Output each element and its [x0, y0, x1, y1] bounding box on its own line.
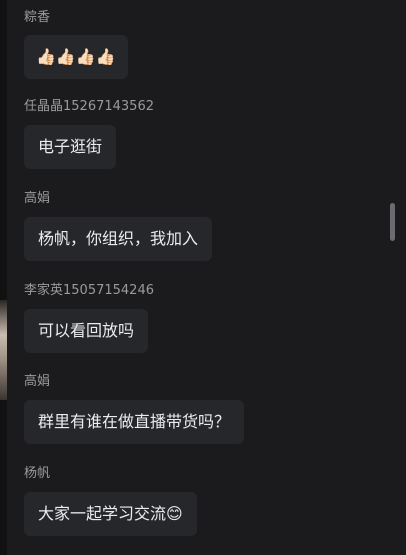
sender-name: 高娟 — [24, 374, 51, 389]
message-bubble[interactable]: 电子逛街 — [24, 125, 117, 169]
message-text: 电子逛街 — [38, 137, 103, 156]
chat-scrollbar[interactable] — [390, 0, 396, 555]
message-bubble[interactable]: 大家一起学习交流😊 — [24, 492, 197, 536]
thumbs-up-icon: 👍🏻 — [36, 47, 56, 66]
video-preview-edge — [0, 300, 7, 400]
message-text: 可以看回放吗 — [38, 321, 135, 340]
message-text: 杨帆，你组织，我加入 — [38, 229, 199, 248]
message-text: 大家一起学习交流 — [38, 504, 167, 523]
smiling-face-icon: 😊 — [166, 504, 183, 523]
message-bubble[interactable]: 杨帆，你组织，我加入 — [24, 217, 213, 261]
message-bubble[interactable]: 可以看回放吗 — [24, 309, 149, 353]
sender-name: 李家英15057154246 — [24, 283, 154, 298]
message-bubble[interactable]: 群里有谁在做直播带货吗？ — [24, 400, 245, 444]
thumbs-up-icon: 👍🏻 — [55, 47, 76, 66]
sender-name: 粽香 — [24, 10, 51, 25]
thumbs-up-icon: 👍🏻 — [95, 47, 116, 66]
sender-name: 任晶晶15267143562 — [24, 99, 154, 114]
message-bubble[interactable]: 👍🏻👍🏻👍🏻👍🏻 — [24, 35, 128, 79]
sender-name: 高娟 — [24, 191, 51, 206]
scrollbar-thumb[interactable] — [390, 203, 395, 241]
sender-name: 杨帆 — [24, 466, 51, 481]
thumbs-up-icon: 👍🏻 — [75, 47, 96, 66]
left-edge-panel — [0, 0, 7, 555]
message-text: 群里有谁在做直播带货吗？ — [38, 412, 231, 431]
